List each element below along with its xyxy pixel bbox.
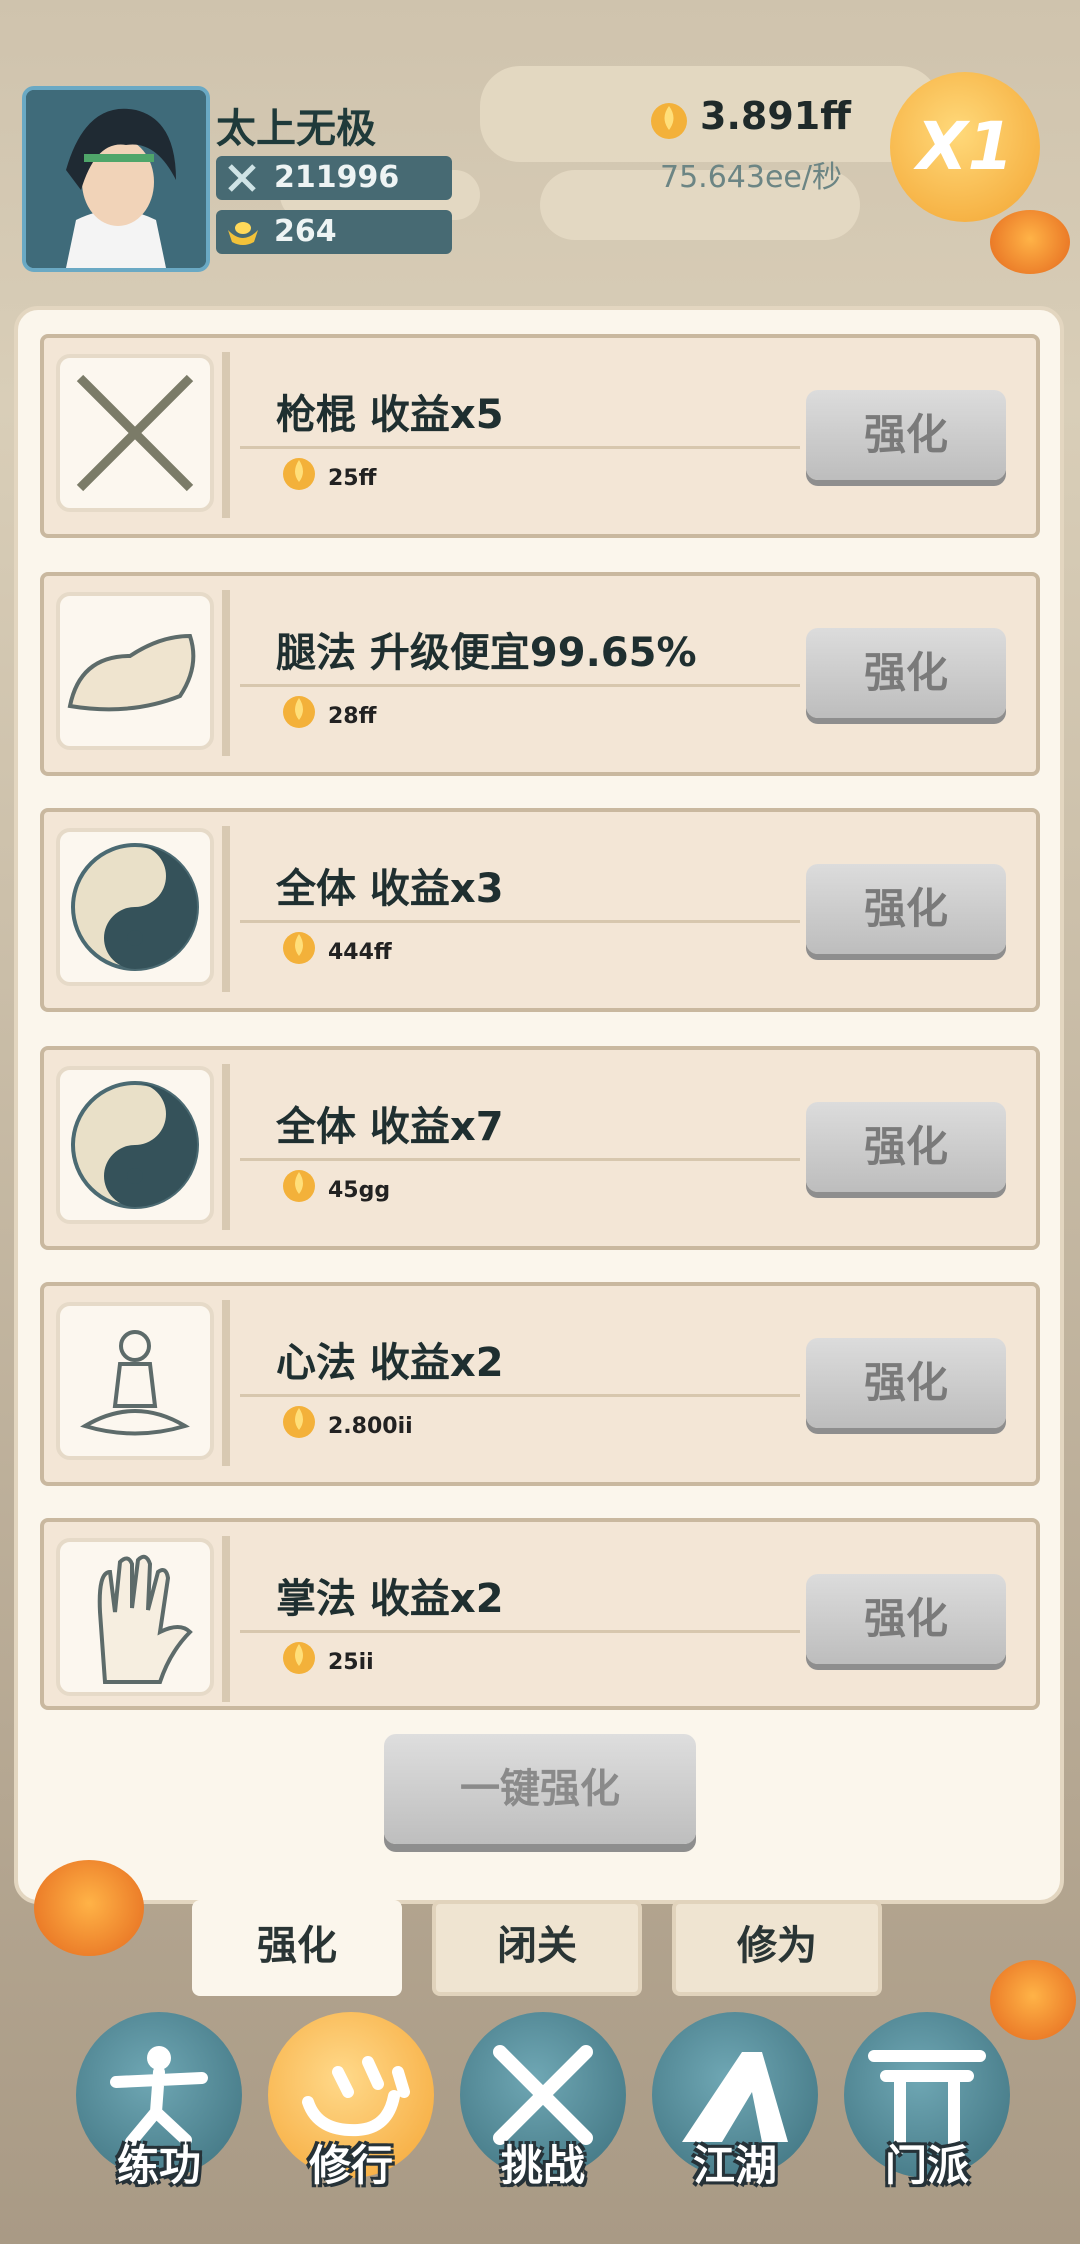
crossed-staff-icon <box>56 354 214 512</box>
tab-seclusion[interactable]: 闭关 <box>432 1900 642 1996</box>
pumpkin-decoration <box>990 210 1070 274</box>
coin-flame-icon <box>283 932 315 964</box>
upgrade-card: 全体 收益x3 444ff 强化 <box>40 808 1040 1012</box>
upgrade-card: 掌法 收益x2 25ii 强化 <box>40 1518 1040 1710</box>
upgrade-cost: 28ff <box>328 704 377 729</box>
coin-flame-icon <box>283 696 315 728</box>
coin-rate: 75.643ee/秒 <box>660 160 842 195</box>
coin-total: 3.891ff <box>700 94 851 138</box>
upgrade-cost: 2.800ii <box>328 1414 413 1439</box>
upgrade-title: 全体 收益x3 <box>276 866 504 912</box>
pumpkin-decoration <box>34 1860 144 1956</box>
one-click-upgrade-button[interactable]: 一键强化 <box>384 1734 696 1844</box>
upgrade-cost: 25ff <box>328 466 377 491</box>
upgrade-card: 枪棍 收益x5 25ff 强化 <box>40 334 1040 538</box>
upgrade-button[interactable]: 强化 <box>806 1574 1006 1664</box>
coin-flame-icon <box>283 1170 315 1202</box>
coin-flame-icon <box>283 458 315 490</box>
gold-ingot-icon <box>228 222 258 245</box>
speed-multiplier-button[interactable]: X1 <box>890 72 1040 222</box>
upgrade-title: 腿法 升级便宜99.65% <box>276 630 697 676</box>
upgrade-cost: 25ii <box>328 1650 374 1675</box>
nav-label: 门派 <box>884 2141 969 2190</box>
upgrade-title: 掌法 收益x2 <box>276 1576 504 1622</box>
nav-label: 挑战 <box>500 2141 585 2190</box>
nav-label: 修行 <box>308 2141 393 2190</box>
player-avatar[interactable] <box>22 86 210 272</box>
meditation-icon <box>56 1302 214 1460</box>
shoe-icon <box>56 592 214 750</box>
upgrade-title: 枪棍 收益x5 <box>276 392 504 438</box>
palm-icon <box>56 1538 214 1696</box>
nav-label: 练功 <box>116 2141 201 2190</box>
combat-power: 211996 <box>216 156 452 200</box>
tab-cultivation[interactable]: 修为 <box>672 1900 882 1996</box>
upgrade-button[interactable]: 强化 <box>806 1338 1006 1428</box>
player-name: 太上无极 <box>216 106 376 152</box>
upgrade-cost: 45gg <box>328 1178 391 1203</box>
coin-flame-icon <box>283 1406 315 1438</box>
upgrade-button[interactable]: 强化 <box>806 864 1006 954</box>
upgrade-button[interactable]: 强化 <box>806 1102 1006 1192</box>
combat-power-value: 211996 <box>274 160 400 195</box>
coin-flame-icon <box>283 1642 315 1674</box>
coin-flame-icon <box>651 103 687 139</box>
upgrade-title: 全体 收益x7 <box>276 1104 504 1150</box>
upgrade-card: 全体 收益x7 45gg 强化 <box>40 1046 1040 1250</box>
crossed-swords-icon <box>228 164 256 192</box>
upgrade-cost: 444ff <box>328 940 392 965</box>
top-bar: 太上无极 211996 264 3.891ff 75.643ee/秒 X1 <box>0 0 1080 300</box>
gold-ingot-count: 264 <box>216 210 452 254</box>
upgrade-card: 心法 收益x2 2.800ii 强化 <box>40 1282 1040 1486</box>
nav-label: 江湖 <box>692 2141 777 2190</box>
upgrade-button[interactable]: 强化 <box>806 628 1006 718</box>
upgrade-button[interactable]: 强化 <box>806 390 1006 480</box>
upgrade-title: 心法 收益x2 <box>276 1340 504 1386</box>
upgrade-card: 腿法 升级便宜99.65% 28ff 强化 <box>40 572 1040 776</box>
yin-yang-icon <box>56 828 214 986</box>
yin-yang-icon <box>56 1066 214 1224</box>
tab-upgrade[interactable]: 强化 <box>192 1900 402 1996</box>
gold-ingot-value: 264 <box>274 214 337 249</box>
